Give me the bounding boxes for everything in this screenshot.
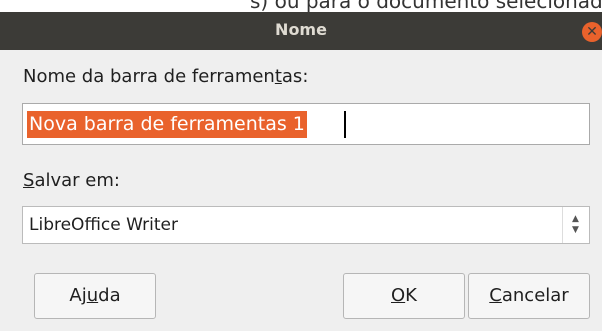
toolbar-name-value: Nova barra de ferramentas 1 — [27, 111, 307, 138]
select-spinner[interactable]: ▲ ▼ — [562, 207, 589, 243]
window-title: Nome — [275, 20, 327, 39]
help-button-label-part1: Aj — [69, 285, 87, 306]
save-in-label-accel: S — [23, 170, 35, 191]
toolbar-name-label-part2: as: — [281, 66, 309, 87]
toolbar-name-input[interactable]: Nova barra de ferramentas 1 — [22, 103, 590, 145]
cancel-button-label: ancelar — [501, 285, 569, 306]
text-caret — [344, 111, 346, 138]
toolbar-name-label-part1: Nome da barra de ferramen — [23, 66, 275, 87]
background-document-text: s) ou para o documento selecionado. Quan… — [250, 0, 602, 12]
ok-button[interactable]: OK — [343, 273, 465, 319]
chevron-down-icon: ▼ — [572, 225, 579, 235]
ok-button-label-accel: O — [391, 285, 406, 306]
window-titlebar[interactable]: Nome ✕ — [0, 12, 602, 50]
save-in-label: Salvar em: — [23, 170, 120, 191]
toolbar-name-dialog: Nome da barra de ferramentas: Nova barra… — [0, 50, 602, 331]
save-in-label-text: alvar em: — [34, 170, 120, 191]
background-document: s) ou para o documento selecionado. Quan… — [0, 0, 602, 12]
save-in-value: LibreOffice Writer — [29, 215, 178, 235]
toolbar-name-label-accel: t — [274, 66, 282, 87]
help-button-label-accel: u — [86, 285, 99, 306]
ok-button-label: K — [405, 285, 417, 306]
toolbar-name-label: Nome da barra de ferramentas: — [23, 66, 308, 87]
close-icon[interactable]: ✕ — [582, 22, 602, 42]
help-button-label-part2: da — [98, 285, 121, 306]
save-in-select[interactable]: LibreOffice Writer ▲ ▼ — [22, 206, 590, 244]
cancel-button-label-accel: C — [489, 285, 502, 306]
chevron-up-icon: ▲ — [572, 214, 579, 224]
cancel-button[interactable]: Cancelar — [468, 273, 590, 319]
help-button[interactable]: Ajuda — [34, 273, 156, 319]
